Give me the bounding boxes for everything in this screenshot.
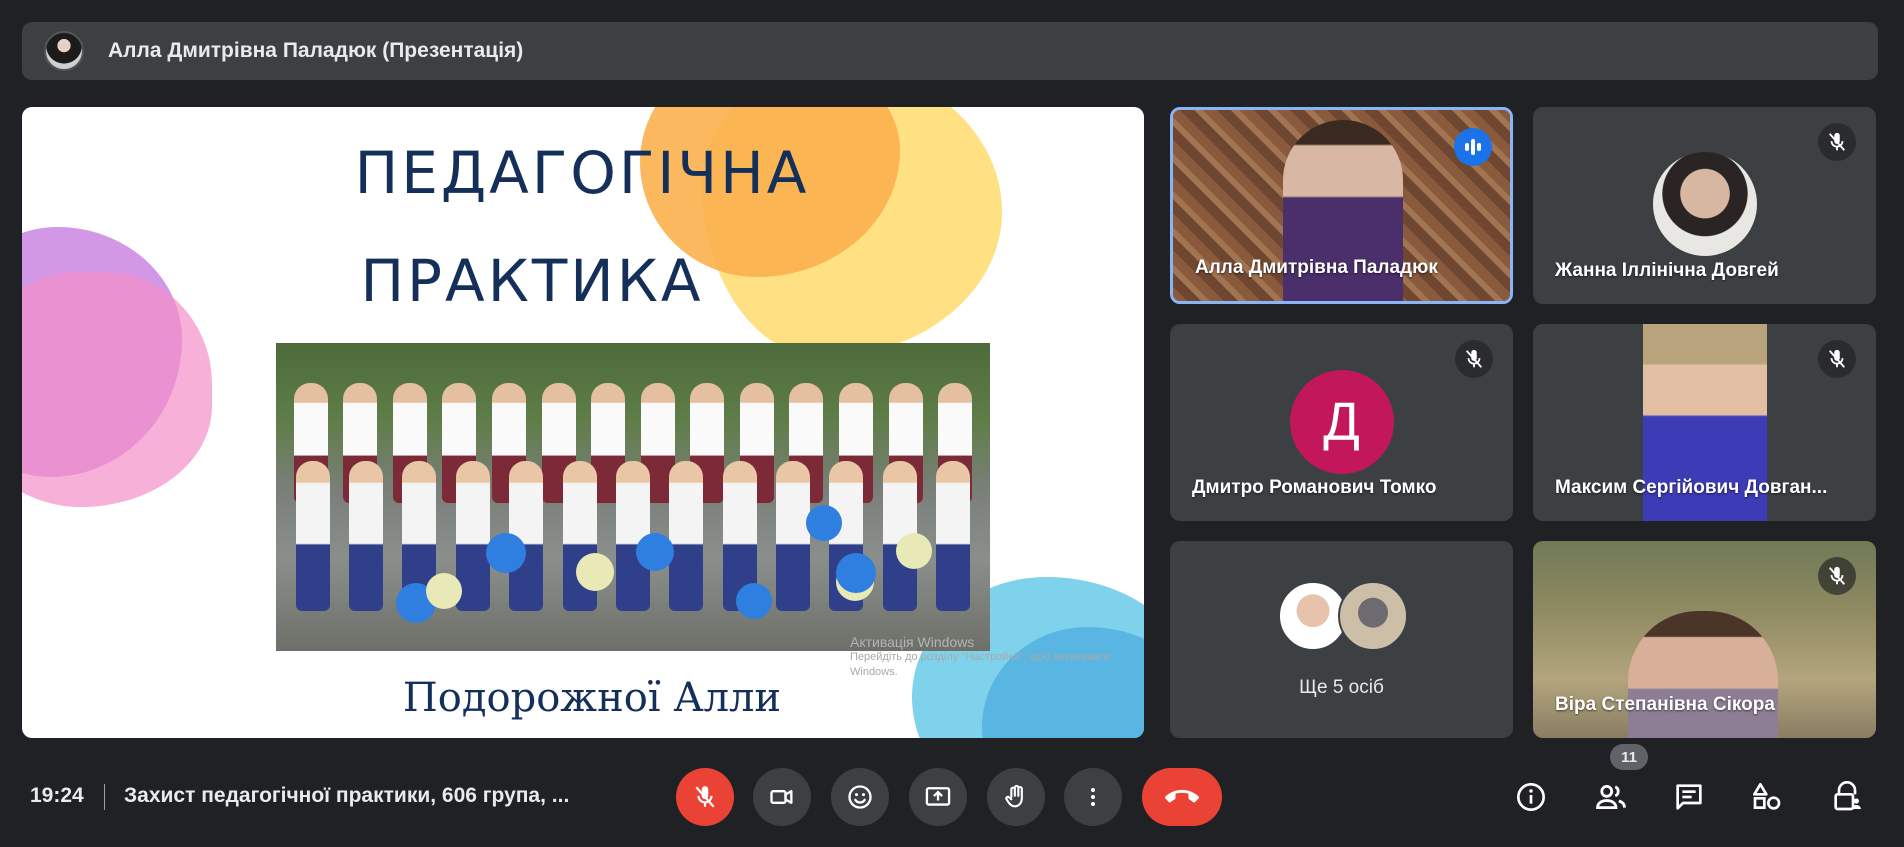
more-participants-label: Ще 5 осіб (1299, 677, 1384, 698)
participant-tile[interactable]: Віра Степанівна Сікора (1533, 541, 1876, 738)
more-vert-icon (1091, 788, 1095, 806)
more-participants-tile[interactable]: Ще 5 осіб (1170, 541, 1513, 738)
participant-name: Віра Степанівна Сікора (1555, 694, 1775, 715)
meeting-details-button[interactable] (1508, 774, 1554, 820)
meet-window: Алла Дмитрівна Паладюк (Презентація) ПЕД… (0, 0, 1904, 847)
send-reaction-button[interactable] (831, 768, 889, 826)
mic-off-icon (1455, 340, 1493, 378)
divider (104, 784, 105, 810)
chat-button[interactable] (1666, 774, 1712, 820)
participants-count-badge: 11 (1610, 744, 1648, 770)
activities-icon (1753, 783, 1781, 810)
participant-name: Жанна Іллінічна Довгей (1555, 260, 1779, 281)
toggle-camera-button[interactable] (753, 768, 811, 826)
presenter-bar: Алла Дмитрівна Паладюк (Презентація) (22, 22, 1878, 80)
raise-hand-icon (1005, 784, 1023, 808)
decor-blob (22, 272, 212, 507)
more-participants-avatars (1278, 581, 1408, 651)
info-icon (1517, 783, 1545, 811)
raise-hand-button[interactable] (987, 768, 1045, 826)
participant-name: Максим Сергійович Довган... (1555, 477, 1828, 498)
mic-off-icon (1818, 123, 1856, 161)
meeting-title: Захист педагогічної практики, 606 група,… (124, 784, 570, 807)
presenter-title: Алла Дмитрівна Паладюк (Презентація) (108, 39, 524, 62)
camera-icon (770, 790, 793, 804)
participant-tile[interactable]: Жанна Іллінічна Довгей (1533, 107, 1876, 304)
presenter-avatar (44, 31, 84, 71)
mic-off-icon (1818, 340, 1856, 378)
participant-tile[interactable]: Д Дмитро Романович Томко (1170, 324, 1513, 521)
present-screen-icon (925, 787, 951, 806)
leave-call-button[interactable] (1142, 768, 1222, 826)
host-controls-button[interactable] (1824, 774, 1870, 820)
meeting-clock: 19:24 (30, 784, 84, 807)
speaking-indicator-icon (1454, 128, 1492, 166)
participant-avatar (1652, 152, 1757, 256)
slide-subtitle: Подорожної Алли (402, 675, 782, 721)
present-now-button[interactable] (909, 768, 967, 826)
toggle-microphone-button[interactable] (676, 768, 734, 826)
call-end-icon (1165, 789, 1199, 803)
bottom-control-bar: 19:24 Захист педагогічної практики, 606 … (0, 744, 1904, 847)
emoji-icon (848, 785, 872, 809)
participant-name: Дмитро Романович Томко (1192, 477, 1437, 498)
more-options-button[interactable] (1064, 768, 1122, 826)
windows-activation-watermark: Активація Windows Перейдіть до розділу "… (850, 634, 1110, 679)
mic-off-icon (695, 786, 715, 808)
participant-name: Алла Дмитрівна Паладюк (1195, 257, 1438, 278)
participant-avatar (1338, 581, 1408, 651)
group-photo (276, 343, 990, 651)
presentation-slide[interactable]: ПЕДАГОГІЧНА ПРАКТИКА Подорожної Алли Акт… (22, 107, 1144, 738)
lock-person-icon (1834, 781, 1861, 811)
participant-letter-avatar: Д (1289, 370, 1394, 474)
chat-icon (1676, 784, 1702, 810)
activities-button[interactable] (1744, 774, 1790, 820)
participant-tile[interactable]: Максим Сергійович Довган... (1533, 324, 1876, 521)
slide-title-line1: ПЕДАГОГІЧНА (354, 139, 810, 207)
participant-tile[interactable]: Алла Дмитрівна Паладюк (1170, 107, 1513, 304)
show-participants-button[interactable] (1588, 774, 1634, 820)
mic-off-icon (1818, 557, 1856, 595)
people-icon (1596, 784, 1626, 810)
slide-title-line2: ПРАКТИКА (360, 247, 704, 315)
